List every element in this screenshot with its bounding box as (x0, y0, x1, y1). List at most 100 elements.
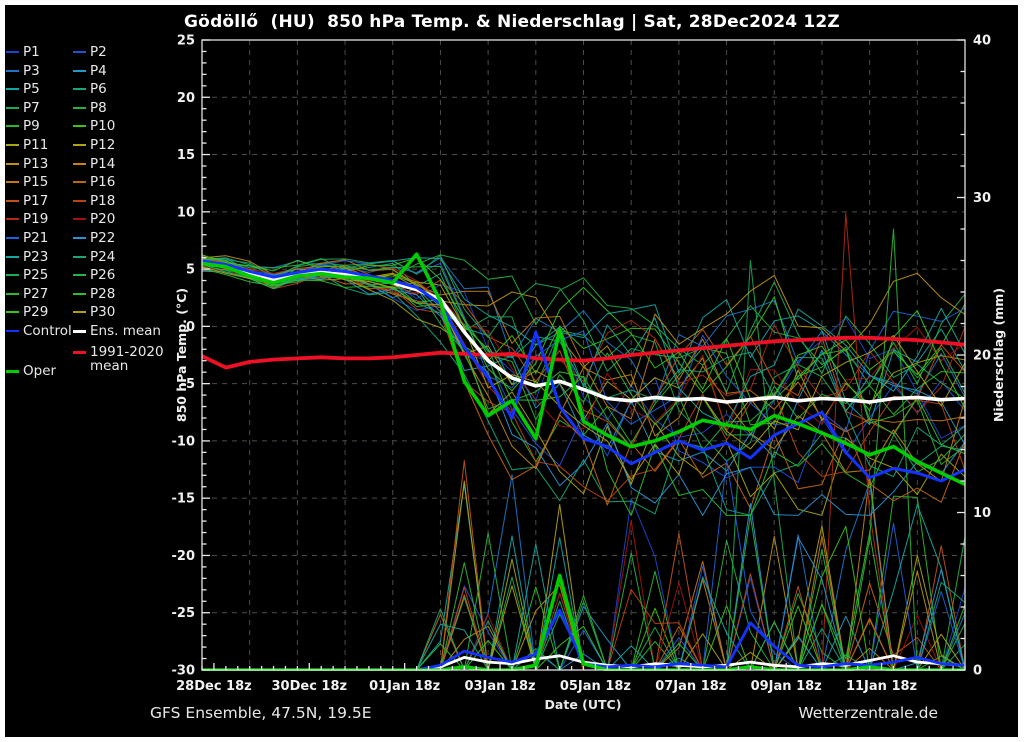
legend-label: P21 (23, 231, 48, 245)
right-axis-tick-label: 30 (973, 191, 991, 206)
left-axis-tick-label: -15 (172, 492, 196, 507)
legend-label: P23 (23, 250, 48, 264)
legend-item: P6 (73, 82, 107, 96)
x-axis-tick-label: 09Jan 18z (751, 679, 822, 694)
left-axis-tick-label: 25 (177, 34, 195, 49)
legend-item: P15 (6, 175, 48, 189)
legend-label: P13 (23, 157, 48, 171)
legend-swatch-line (73, 218, 86, 220)
legend-label: P10 (90, 119, 115, 133)
legend-label: P27 (23, 287, 48, 301)
footer-site-name: Wetterzentrale.de (798, 704, 938, 722)
legend-item: Control (6, 324, 72, 338)
x-axis-tick-label: 01Jan 18z (369, 679, 440, 694)
legend-item: P25 (6, 268, 48, 282)
legend-item: P29 (6, 305, 48, 319)
right-axis-title: Niederschlag (mm) (991, 288, 1006, 422)
right-axis-tick-label: 40 (973, 34, 991, 49)
left-axis-tick-label: 15 (177, 148, 195, 163)
right-axis-tick-label: 10 (973, 506, 991, 521)
x-axis-tick-label: 05Jan 18z (560, 679, 631, 694)
legend-label: Control (23, 324, 72, 338)
legend-label: P15 (23, 175, 48, 189)
legend-item: P5 (6, 82, 40, 96)
legend-label: P14 (90, 157, 115, 171)
legend-swatch-line (6, 256, 19, 258)
legend-item: P1 (6, 45, 40, 59)
legend-label: P8 (90, 101, 107, 115)
legend-label: P1 (23, 45, 40, 59)
legend-label: Ens. mean (90, 324, 161, 338)
legend-swatch-line (6, 330, 19, 332)
legend-swatch-line (73, 330, 86, 333)
x-axis-tick-label: 30Dec 18z (272, 679, 348, 694)
legend-item: P21 (6, 231, 48, 245)
legend-label: P6 (90, 82, 107, 96)
legend-swatch-line (73, 163, 86, 165)
legend-swatch-line (6, 70, 19, 72)
legend-swatch-line (73, 274, 86, 276)
legend-label: P17 (23, 194, 48, 208)
legend-label: P26 (90, 268, 115, 282)
left-axis-tick-label: 10 (177, 205, 195, 220)
legend-swatch-line (73, 311, 86, 313)
legend-item: P28 (73, 287, 115, 301)
legend-item: P10 (73, 119, 115, 133)
legend-swatch-line (6, 51, 19, 53)
member-temp-line (202, 259, 965, 435)
legend-item: P3 (6, 64, 40, 78)
legend-label: 1991-2020 mean (90, 345, 164, 373)
left-axis-tick-label: -25 (172, 606, 196, 621)
legend-label: P29 (23, 305, 48, 319)
legend-swatch-line (6, 88, 19, 90)
legend-label: P2 (90, 45, 107, 59)
legend-item: P4 (73, 64, 107, 78)
legend-label: P9 (23, 119, 40, 133)
legend-item: P14 (73, 157, 115, 171)
legend-label: P7 (23, 101, 40, 115)
legend-item: P9 (6, 119, 40, 133)
x-axis-tick-label: 07Jan 18z (655, 679, 726, 694)
legend-swatch-line (73, 351, 86, 354)
left-axis-tick-label: 5 (186, 263, 195, 278)
legend-item: P16 (73, 175, 115, 189)
legend-swatch-line (6, 370, 19, 373)
left-axis-tick-label: -20 (172, 549, 196, 564)
legend-item: P19 (6, 212, 48, 226)
legend-label: P25 (23, 268, 48, 282)
footer-model-info: GFS Ensemble, 47.5N, 19.5E (150, 704, 372, 722)
legend-item: P27 (6, 287, 48, 301)
legend-swatch-line (6, 181, 19, 183)
legend-label: Oper (23, 364, 56, 378)
legend-label: P3 (23, 64, 40, 78)
x-axis-tick-label: 03Jan 18z (464, 679, 535, 694)
legend-item: P20 (73, 212, 115, 226)
legend-swatch-line (6, 311, 19, 313)
legend-swatch-line (73, 107, 86, 109)
legend-swatch-line (73, 125, 86, 127)
right-axis-tick-label: 20 (973, 349, 991, 364)
x-axis-tick-label: 28Dec 18z (176, 679, 252, 694)
legend-item: Oper (6, 364, 56, 378)
legend-item: P12 (73, 138, 115, 152)
legend-label: P12 (90, 138, 115, 152)
legend-swatch-line (73, 51, 86, 53)
legend-swatch-line (6, 237, 19, 239)
legend-item: P30 (73, 305, 115, 319)
legend-label: P30 (90, 305, 115, 319)
legend-swatch-line (6, 200, 19, 202)
legend-item: Ens. mean (73, 324, 161, 338)
legend-swatch-line (6, 218, 19, 220)
legend-label: P28 (90, 287, 115, 301)
left-axis-tick-label: -30 (172, 664, 196, 679)
page: 2520151050-5-10-15-20-25-3040302010028De… (0, 0, 1024, 742)
legend-item: P17 (6, 194, 48, 208)
legend-label: P5 (23, 82, 40, 96)
x-axis-title: Date (UTC) (545, 697, 622, 712)
legend-swatch-line (6, 144, 19, 146)
x-axis-tick-label: 11Jan 18z (846, 679, 917, 694)
legend-item: P24 (73, 250, 115, 264)
left-axis-title: 850 hPa Temp. (°C) (174, 288, 189, 422)
legend-label: P4 (90, 64, 107, 78)
legend-swatch-line (6, 163, 19, 165)
